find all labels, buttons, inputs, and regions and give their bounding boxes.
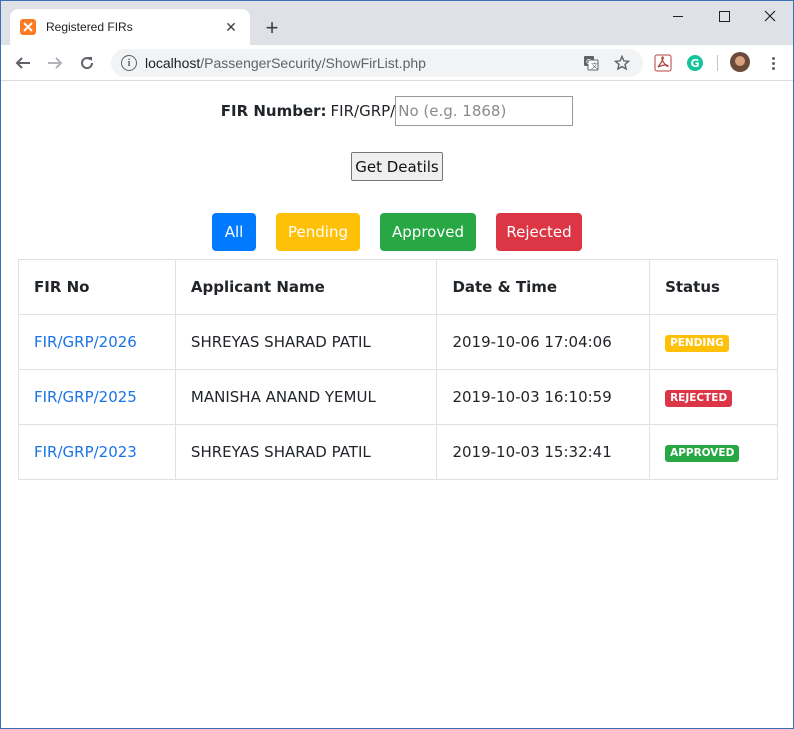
- svg-text:文: 文: [591, 61, 598, 70]
- url-path: /PassengerSecurity/ShowFirList.php: [200, 55, 426, 71]
- fir-link[interactable]: FIR/GRP/2025: [34, 388, 137, 406]
- browser-toolbar: i localhost/PassengerSecurity/ShowFirLis…: [1, 45, 793, 81]
- filter-approved-button[interactable]: Approved: [380, 213, 476, 251]
- minimize-icon[interactable]: [655, 1, 701, 31]
- datetime-cell: 2019-10-06 17:04:06: [436, 314, 651, 370]
- status-cell: REJECTED: [649, 369, 778, 425]
- browser-window: Registered FIRs ✕ + i localhost/Passenge…: [0, 0, 794, 729]
- header-applicant-name: Applicant Name: [174, 259, 438, 315]
- profile-avatar[interactable]: [730, 52, 750, 72]
- browser-tab[interactable]: Registered FIRs ✕: [10, 9, 250, 45]
- star-icon[interactable]: [614, 55, 630, 71]
- header-date-time: Date & Time: [436, 259, 651, 315]
- status-badge: REJECTED: [665, 390, 733, 407]
- fir-search-row: FIR Number: FIR/GRP/: [1, 96, 793, 126]
- status-cell: APPROVED: [649, 424, 778, 480]
- page-content: FIR Number: FIR/GRP/ Get Deatils All Pen…: [1, 82, 793, 728]
- close-window-icon[interactable]: [747, 1, 793, 31]
- filter-rejected-button[interactable]: Rejected: [496, 213, 582, 251]
- fir-number-label: FIR Number:: [220, 102, 327, 120]
- pdf-extension-icon[interactable]: [653, 53, 673, 73]
- tab-strip: Registered FIRs ✕ +: [1, 1, 793, 45]
- fir-link[interactable]: FIR/GRP/2023: [34, 443, 137, 461]
- fir-prefix: FIR/GRP/: [330, 102, 396, 120]
- status-badge: APPROVED: [665, 445, 740, 462]
- datetime-cell: 2019-10-03 16:10:59: [436, 369, 651, 425]
- tab-title: Registered FIRs: [46, 20, 133, 34]
- fir-cell: FIR/GRP/2025: [18, 369, 176, 425]
- status-badge: PENDING: [665, 335, 729, 352]
- url-host: localhost: [145, 55, 201, 71]
- reload-icon[interactable]: [73, 49, 101, 77]
- new-tab-icon[interactable]: +: [259, 15, 285, 41]
- translate-icon[interactable]: G文: [583, 55, 599, 71]
- fir-number-input[interactable]: [395, 96, 574, 126]
- xampp-favicon-icon: [20, 19, 36, 35]
- applicant-name-cell: SHREYAS SHARAD PATIL: [174, 424, 438, 480]
- table-row: FIR/GRP/2025 MANISHA ANAND YEMUL 2019-10…: [18, 369, 778, 425]
- table-header-row: FIR No Applicant Name Date & Time Status: [18, 259, 778, 315]
- grammarly-icon[interactable]: G: [685, 53, 705, 73]
- menu-icon[interactable]: [763, 53, 783, 73]
- table-row: FIR/GRP/2026 SHREYAS SHARAD PATIL 2019-1…: [18, 314, 778, 370]
- applicant-name-cell: SHREYAS SHARAD PATIL: [174, 314, 438, 370]
- status-cell: PENDING: [649, 314, 778, 370]
- info-icon[interactable]: i: [121, 55, 137, 71]
- fir-cell: FIR/GRP/2023: [18, 424, 176, 480]
- table-row: FIR/GRP/2023 SHREYAS SHARAD PATIL 2019-1…: [18, 424, 778, 480]
- close-tab-icon[interactable]: ✕: [222, 18, 240, 36]
- applicant-name-cell: MANISHA ANAND YEMUL: [174, 369, 438, 425]
- filter-pending-button[interactable]: Pending: [276, 213, 360, 251]
- toolbar-divider: [717, 55, 718, 71]
- get-details-button[interactable]: Get Deatils: [351, 152, 443, 181]
- datetime-cell: 2019-10-03 15:32:41: [436, 424, 651, 480]
- maximize-icon[interactable]: [701, 1, 747, 31]
- fir-link[interactable]: FIR/GRP/2026: [34, 333, 137, 351]
- header-fir-no: FIR No: [18, 259, 176, 315]
- fir-table: FIR No Applicant Name Date & Time Status…: [18, 259, 778, 480]
- back-arrow-icon[interactable]: [9, 49, 37, 77]
- svg-text:G: G: [691, 57, 700, 70]
- address-bar[interactable]: i localhost/PassengerSecurity/ShowFirLis…: [111, 49, 643, 77]
- forward-arrow-icon[interactable]: [41, 49, 69, 77]
- filter-all-button[interactable]: All: [212, 213, 256, 251]
- header-status: Status: [649, 259, 778, 315]
- fir-cell: FIR/GRP/2026: [18, 314, 176, 370]
